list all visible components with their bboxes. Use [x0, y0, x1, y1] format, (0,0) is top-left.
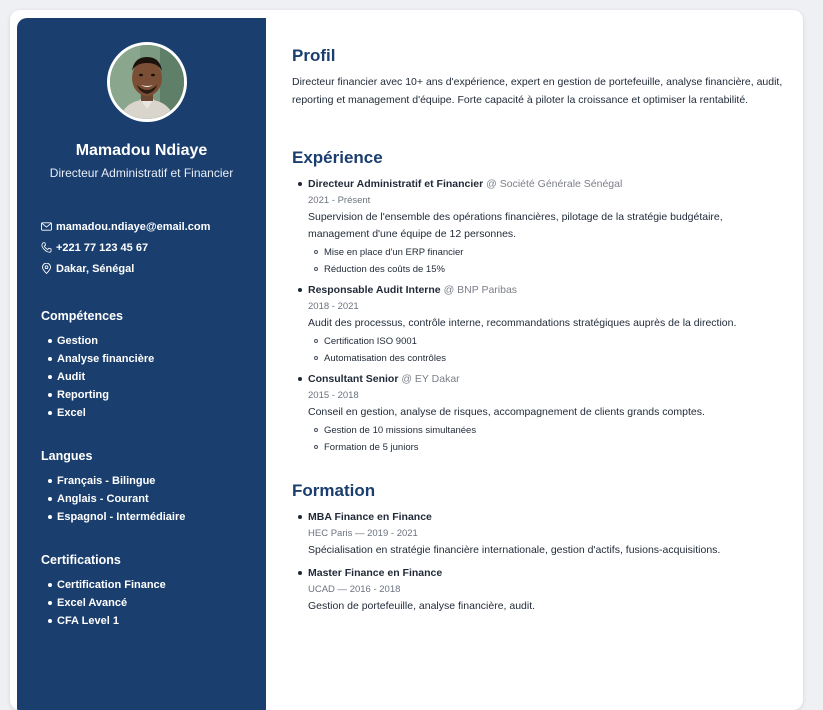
- degree-title: MBA Finance en Finance: [292, 509, 792, 525]
- phone-icon: [41, 242, 52, 253]
- education-item: Master Finance en Finance UCAD — 2016 - …: [292, 565, 792, 615]
- job-highlights: Gestion de 10 missions simultanées Forma…: [292, 422, 792, 456]
- job-dates: 2015 - 2018: [308, 390, 359, 401]
- highlight-item: Formation de 5 juniors: [314, 439, 792, 456]
- profile-photo: [110, 45, 184, 119]
- experience-item: Consultant Senior @ EY Dakar 2015 - 2018…: [292, 371, 792, 456]
- skill-item: Analyse financière: [41, 350, 154, 368]
- certifications-title: Certifications: [41, 553, 121, 567]
- job-position: Consultant Senior: [308, 373, 399, 385]
- certifications-list: Certification Finance Excel Avancé CFA L…: [41, 576, 166, 630]
- job-description: Supervision de l'ensemble des opérations…: [308, 211, 723, 240]
- contact-location: Dakar, Sénégal: [41, 258, 210, 279]
- job-organization: @ BNP Paribas: [443, 284, 518, 296]
- certification-item: Certification Finance: [41, 576, 166, 594]
- job-position: Directeur Administratif et Financier: [308, 178, 484, 190]
- mail-icon: [41, 222, 52, 231]
- skills-title: Compétences: [41, 309, 123, 323]
- contact-email[interactable]: mamadou.ndiaye@email.com: [41, 216, 210, 237]
- education-title: Formation: [292, 481, 376, 500]
- languages-section: Langues Français - Bilingue Anglais - Co…: [41, 449, 185, 526]
- highlight-item: Certification ISO 9001: [314, 333, 792, 350]
- profile-text: Directeur financier avec 10+ ans d'expér…: [292, 76, 783, 106]
- email-text: mamadou.ndiaye@email.com: [56, 220, 211, 233]
- skill-item: Audit: [41, 368, 154, 386]
- languages-list: Français - Bilingue Anglais - Courant Es…: [41, 472, 185, 526]
- language-item: Anglais - Courant: [41, 490, 185, 508]
- degree-description: Gestion de portefeuille, analyse financi…: [308, 600, 536, 612]
- experience-item: Responsable Audit Interne @ BNP Paribas …: [292, 282, 792, 367]
- job-header: Directeur Administratif et Financier @ S…: [292, 176, 792, 192]
- sidebar: Mamadou Ndiaye Directeur Administratif e…: [17, 18, 266, 710]
- highlight-item: Réduction des coûts de 15%: [314, 261, 792, 278]
- language-item: Espagnol - Intermédiaire: [41, 508, 185, 526]
- job-description: Audit des processus, contrôle interne, r…: [308, 317, 737, 329]
- avatar: [107, 42, 187, 122]
- person-role: Directeur Administratif et Financier: [49, 166, 234, 180]
- experience-title: Expérience: [292, 148, 383, 167]
- profile-title: Profil: [292, 46, 336, 65]
- job-description: Conseil en gestion, analyse de risques, …: [308, 406, 705, 418]
- school-dates: HEC Paris — 2019 - 2021: [308, 528, 418, 539]
- languages-title: Langues: [41, 449, 93, 463]
- skill-item: Gestion: [41, 332, 154, 350]
- job-highlights: Mise en place d'un ERP financier Réducti…: [292, 244, 792, 278]
- certifications-section: Certifications Certification Finance Exc…: [41, 553, 166, 630]
- degree-description: Spécialisation en stratégie financière i…: [308, 544, 721, 556]
- skill-item: Reporting: [41, 386, 154, 404]
- skill-item: Excel: [41, 404, 154, 422]
- experience-item: Directeur Administratif et Financier @ S…: [292, 176, 792, 278]
- highlight-item: Automatisation des contrôles: [314, 350, 792, 367]
- highlight-item: Mise en place d'un ERP financier: [314, 244, 792, 261]
- location-text: Dakar, Sénégal: [56, 262, 135, 275]
- job-dates: 2021 - Présent: [308, 195, 371, 206]
- skills-list: Gestion Analyse financière Audit Reporti…: [41, 332, 154, 422]
- language-item: Français - Bilingue: [41, 472, 185, 490]
- person-name: Mamadou Ndiaye: [75, 142, 208, 159]
- certification-item: CFA Level 1: [41, 612, 166, 630]
- map-pin-icon: [42, 263, 51, 274]
- skills-section: Compétences Gestion Analyse financière A…: [41, 309, 154, 422]
- resume-card: Mamadou Ndiaye Directeur Administratif e…: [10, 10, 803, 710]
- phone-text: +221 77 123 45 67: [56, 241, 149, 254]
- certification-item: Excel Avancé: [41, 594, 166, 612]
- school-dates: UCAD — 2016 - 2018: [308, 584, 401, 595]
- education-item: MBA Finance en Finance HEC Paris — 2019 …: [292, 509, 792, 559]
- job-organization: @ Société Générale Sénégal: [486, 178, 623, 190]
- job-position: Responsable Audit Interne: [308, 284, 441, 296]
- highlight-item: Gestion de 10 missions simultanées: [314, 422, 792, 439]
- job-header: Consultant Senior @ EY Dakar: [292, 371, 792, 387]
- contact-block: mamadou.ndiaye@email.com +221 77 123 45 …: [41, 216, 210, 279]
- job-organization: @ EY Dakar: [401, 373, 460, 385]
- job-header: Responsable Audit Interne @ BNP Paribas: [292, 282, 792, 298]
- degree-title: Master Finance en Finance: [292, 565, 792, 581]
- contact-phone[interactable]: +221 77 123 45 67: [41, 237, 210, 258]
- job-dates: 2018 - 2021: [308, 301, 359, 312]
- job-highlights: Certification ISO 9001 Automatisation de…: [292, 333, 792, 367]
